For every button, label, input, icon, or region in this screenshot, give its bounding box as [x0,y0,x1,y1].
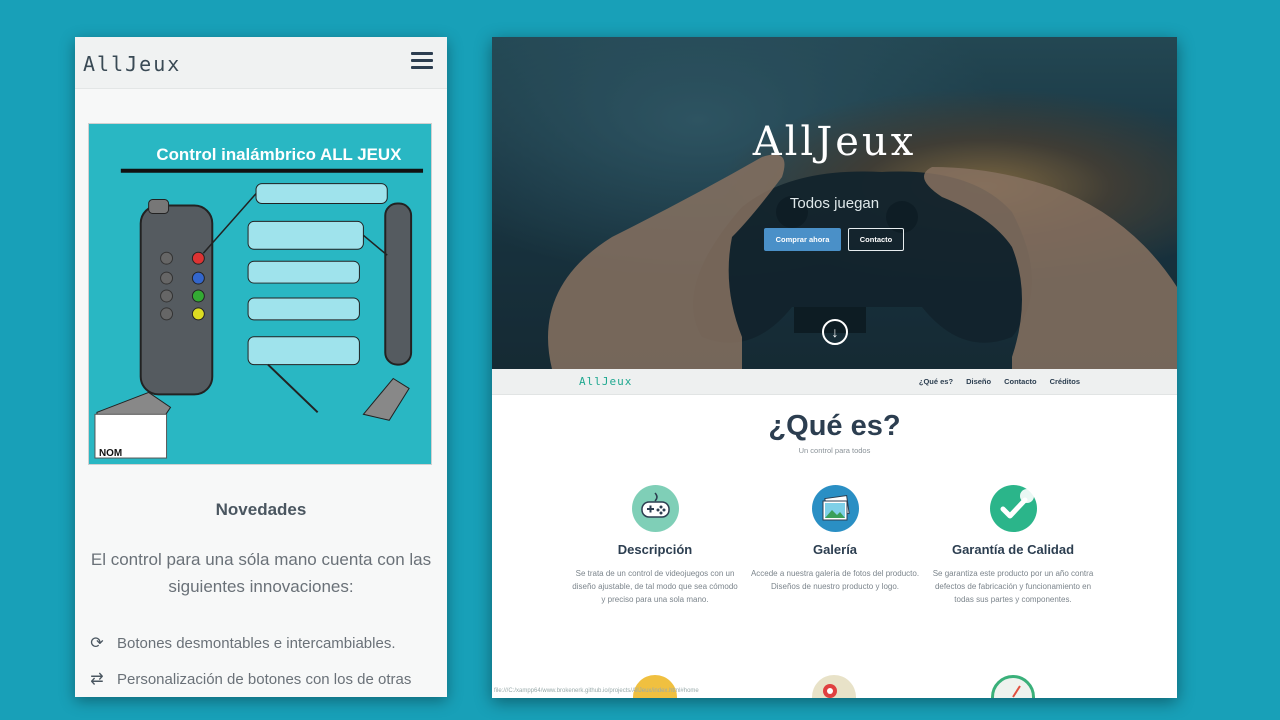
scroll-down-icon[interactable]: ↓ [822,319,848,345]
feature-text: Personalización de botones con los de ot… [117,670,412,688]
feature-descripcion: Descripción Se trata de un control de vi… [570,485,740,606]
section-subtitle: Un control para todos [798,446,871,455]
controller-infographic: Control inalámbrico ALL JEUX NOM [88,123,432,465]
desktop-preview: AllJeux Todos juegan Comprar ahora Conta… [492,37,1177,698]
gauge-icon [991,675,1035,698]
nav-link-contacto[interactable]: Contacto [1004,377,1037,386]
feature-title: Descripción [617,542,693,557]
section-title: ¿Qué es? [768,410,901,442]
feature-item: ⟳ Botones desmontables e intercambiables… [87,633,437,653]
nav-link-que-es[interactable]: ¿Qué es? [919,377,953,386]
nav-link-creditos[interactable]: Créditos [1050,377,1080,386]
desktop-navbar: AllJeux ¿Qué es? Diseño Contacto Crédito… [492,369,1177,395]
swap-icon: ⇄ [90,671,104,688]
feature-galeria: Galería Accede a nuestra galería de foto… [750,485,920,593]
hero-title: AllJeux [752,119,917,165]
quality-check-icon [989,485,1037,532]
lightbulb-icon [633,675,677,698]
gamepad-icon [631,485,679,532]
mobile-brand-logo[interactable]: AllJeux [83,52,181,76]
infographic-title: Control inalámbrico ALL JEUX [156,145,402,164]
news-text: El control para una sóla mano cuenta con… [90,550,432,596]
feature-text: Botones desmontables e intercambiables. [117,634,396,652]
buy-now-button[interactable]: Comprar ahora [764,228,841,251]
refresh-icon: ⟳ [90,635,104,652]
gallery-icon [811,485,859,532]
mobile-preview: AllJeux Control inalámbrico ALL JEUX NOM… [75,37,447,697]
feature-description: Se garantiza este producto por un año co… [932,569,1094,604]
feature-description: Se trata de un control de videojuegos co… [572,569,738,604]
nom-label: NOM [99,448,122,459]
contact-button[interactable]: Contacto [848,228,904,251]
feature-description: Accede a nuestra galería de fotos del pr… [750,569,920,591]
mobile-navbar: AllJeux [75,37,447,89]
hero-subtitle: Todos juegan [789,195,880,212]
feature-item: ⇄ Personalización de botones con los de … [87,669,437,689]
hamburger-menu-icon[interactable] [411,52,433,70]
nav-link-diseno[interactable]: Diseño [966,377,991,386]
navbar-links: ¿Qué es? Diseño Contacto Créditos [919,377,1080,386]
feature-title: Galería [812,542,858,557]
feature-garantia: Garantía de Calidad Se garantiza este pr… [928,485,1098,606]
navbar-brand[interactable]: AllJeux [579,375,632,388]
news-title: Novedades [215,500,307,519]
feature-title: Garantía de Calidad [951,542,1075,557]
status-bar-url: file:///C:/xampp64/www.brokenerk.github.… [494,688,699,694]
hero-section: AllJeux Todos juegan Comprar ahora Conta… [492,37,1177,369]
map-pin-icon [812,675,856,698]
